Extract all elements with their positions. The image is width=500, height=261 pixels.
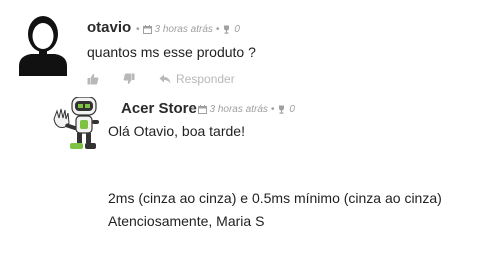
comment-author[interactable]: otavio xyxy=(87,19,131,36)
reply-label: Responder xyxy=(176,72,235,86)
reply-signature: Atenciosamente, Maria S xyxy=(108,213,265,229)
comment-meta: • 3 horas atrás • 0 xyxy=(136,24,240,35)
comment-meta: • 3 horas atrás • 0 xyxy=(191,104,295,115)
acer-robot-mascot-icon xyxy=(53,96,99,149)
avatar[interactable] xyxy=(52,96,110,151)
dislike-button[interactable] xyxy=(123,73,135,85)
default-user-avatar-icon xyxy=(13,14,73,76)
avatar[interactable] xyxy=(13,14,73,76)
comment-body: quantos ms esse produto ? xyxy=(87,44,256,60)
comment-author[interactable]: Acer Store xyxy=(121,100,197,117)
trophy-icon xyxy=(224,25,230,34)
reply-greeting: Olá Otavio, boa tarde! xyxy=(108,123,245,139)
calendar-icon xyxy=(197,105,207,114)
vote-count: 0 xyxy=(289,104,295,115)
like-button[interactable] xyxy=(87,73,99,85)
comment-time[interactable]: 3 horas atrás xyxy=(210,104,268,115)
trophy-icon xyxy=(279,105,285,114)
comment-time[interactable]: 3 horas atrás xyxy=(155,24,213,35)
reply-button[interactable]: Responder xyxy=(159,72,235,86)
reply-arrow-icon xyxy=(159,74,171,84)
thumbs-down-icon xyxy=(123,73,135,85)
comment-actions: Responder xyxy=(87,72,235,86)
vote-count: 0 xyxy=(234,24,240,35)
reply-body-line: 2ms (cinza ao cinza) e 0.5ms mínimo (cin… xyxy=(108,190,442,206)
thumbs-up-icon xyxy=(87,73,99,85)
calendar-icon xyxy=(142,25,152,34)
